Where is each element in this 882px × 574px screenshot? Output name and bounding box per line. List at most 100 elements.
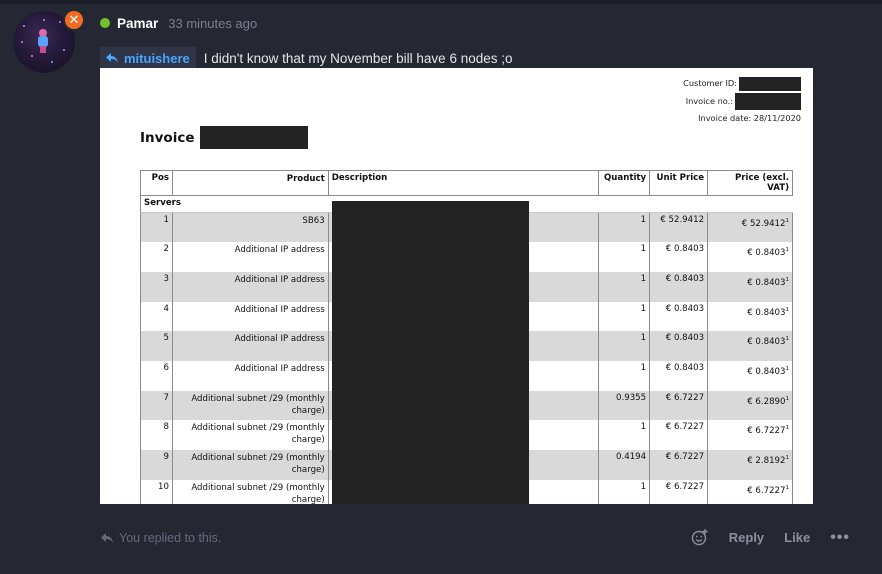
reply-arrow-icon <box>101 533 113 543</box>
cell-product: Additional IP address <box>172 271 329 302</box>
message-text: I didn't know that my November bill have… <box>203 50 513 66</box>
price-cell: € 6.72271 <box>707 479 793 504</box>
footnote-mark: 1 <box>785 247 790 254</box>
price-cell: € 0.84031 <box>707 360 793 391</box>
col-unit-price: Unit Price <box>649 170 709 196</box>
cell-quantity: 0.4194 <box>598 450 651 480</box>
cell-price: € 0.8403 <box>747 337 786 348</box>
cell-pos: 4 <box>140 301 173 332</box>
cell-quantity: 1 <box>598 301 651 332</box>
reply-button[interactable]: Reply <box>729 530 764 545</box>
price-cell: € 0.84031 <box>707 271 793 302</box>
cell-price: € 52.9412 <box>741 218 786 229</box>
footnote-mark: 1 <box>785 276 790 283</box>
invoice-no-label: Invoice no.: <box>685 95 733 106</box>
cell-unit-price: € 6.7227 <box>649 420 709 450</box>
price-cell: € 6.28901 <box>707 390 793 421</box>
price-cell: € 0.84031 <box>707 242 793 272</box>
online-status-icon <box>100 18 110 28</box>
footnote-mark: 1 <box>785 484 790 491</box>
cell-price: € 6.2890 <box>747 396 786 407</box>
reply-mention[interactable]: mituishere <box>100 47 196 69</box>
footnote-mark: 1 <box>785 306 790 313</box>
cell-pos: 8 <box>140 420 173 450</box>
cell-unit-price: € 0.8403 <box>649 271 709 302</box>
cell-unit-price: € 0.8403 <box>649 331 709 361</box>
cell-unit-price: € 0.8403 <box>649 360 709 391</box>
cell-product: SB63 <box>172 212 329 243</box>
cell-pos: 10 <box>140 479 173 504</box>
cell-quantity: 1 <box>598 212 651 243</box>
cell-pos: 1 <box>140 212 173 243</box>
replied-indicator: You replied to this. <box>100 531 221 545</box>
col-product: Product <box>172 170 329 196</box>
redacted-block <box>199 126 308 149</box>
replied-text: You replied to this. <box>119 531 222 545</box>
redacted-block <box>735 92 801 110</box>
footnote-mark: 1 <box>785 455 790 461</box>
price-cell: € 0.84031 <box>707 331 793 361</box>
cell-price: € 2.8192 <box>747 455 786 466</box>
invoice-screenshot[interactable]: Customer ID: Invoice no.: Invoice date: … <box>100 68 813 504</box>
cell-product: Additional IP address <box>172 242 329 272</box>
user-avatar[interactable]: ✕ <box>13 9 85 73</box>
cell-unit-price: € 0.8403 <box>649 301 709 332</box>
cell-product: Additional subnet /29 (monthly charge) <box>172 479 329 504</box>
col-price: Price (excl. VAT) <box>707 170 793 196</box>
post-header: Pamar 33 minutes ago <box>100 14 257 32</box>
footnote-mark: 1 <box>785 395 790 402</box>
cell-price: € 6.7227 <box>747 426 786 437</box>
cell-product: Additional IP address <box>172 331 329 361</box>
cell-product: Additional subnet /29 (monthly charge) <box>172 390 329 421</box>
cell-price: € 0.8403 <box>747 248 786 259</box>
like-button[interactable]: Like <box>784 530 810 545</box>
reply-arrow-icon <box>106 53 118 63</box>
cell-product: Additional IP address <box>172 360 329 391</box>
more-options-button[interactable]: ••• <box>830 529 850 545</box>
post-actions: Reply Like ••• <box>691 528 850 546</box>
cell-quantity: 1 <box>598 271 651 302</box>
cell-price: € 6.7227 <box>747 485 786 496</box>
invoice-date: Invoice date: 28/11/2020 <box>698 113 801 123</box>
post-timestamp[interactable]: 33 minutes ago <box>168 16 257 31</box>
redacted-block <box>739 76 801 91</box>
cell-quantity: 1 <box>598 331 651 361</box>
cell-quantity: 1 <box>598 242 651 272</box>
cell-product: Additional subnet /29 (monthly charge) <box>172 450 329 480</box>
cell-price: € 0.8403 <box>747 307 786 318</box>
cell-price: € 0.8403 <box>747 366 786 377</box>
author-name[interactable]: Pamar <box>117 16 158 31</box>
footnote-mark: 1 <box>785 425 790 432</box>
close-icon[interactable]: ✕ <box>63 9 85 31</box>
astronaut-icon <box>38 29 48 53</box>
price-cell: € 52.94121 <box>707 212 793 243</box>
invoice-meta: Customer ID: Invoice no.: Invoice date: … <box>683 75 801 128</box>
cell-unit-price: € 0.8403 <box>649 242 709 272</box>
cell-unit-price: € 52.9412 <box>649 212 709 243</box>
cell-pos: 3 <box>140 271 173 302</box>
invoice-title-text: Invoice <box>140 129 195 146</box>
cell-unit-price: € 6.7227 <box>649 479 709 504</box>
mention-username: mituishere <box>124 50 190 66</box>
footnote-mark: 1 <box>785 218 790 224</box>
top-border <box>0 0 882 4</box>
price-cell: € 2.81921 <box>707 450 793 480</box>
redacted-description <box>332 201 529 504</box>
emoji-add-icon <box>691 529 708 546</box>
cell-pos: 5 <box>140 331 173 361</box>
add-reaction-button[interactable] <box>691 528 709 546</box>
price-cell: € 6.72271 <box>707 420 793 450</box>
cell-pos: 9 <box>140 450 173 480</box>
invoice-title: Invoice <box>140 126 308 149</box>
cell-price: € 0.8403 <box>747 277 786 288</box>
cell-pos: 7 <box>140 390 173 421</box>
cell-product: Additional IP address <box>172 301 329 332</box>
cell-unit-price: € 6.7227 <box>649 390 709 421</box>
post-message: mituishere I didn't know that my Novembe… <box>100 47 513 69</box>
col-quantity: Quantity <box>598 170 651 196</box>
cell-pos: 6 <box>140 360 173 391</box>
cell-quantity: 1 <box>598 479 651 504</box>
footnote-mark: 1 <box>785 336 790 343</box>
col-description: Description <box>328 170 600 196</box>
cell-pos: 2 <box>140 242 173 272</box>
